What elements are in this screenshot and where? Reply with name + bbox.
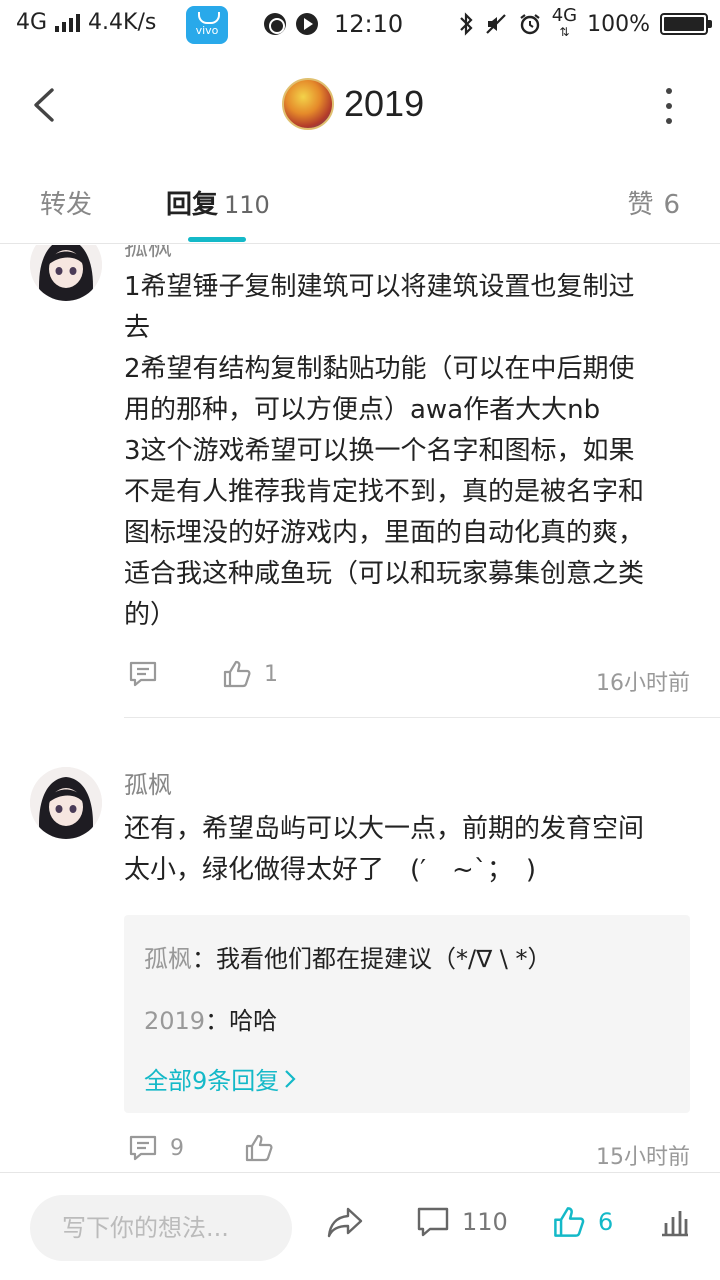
browser-icon: [264, 13, 286, 35]
tab-reply-count: 110: [224, 191, 270, 219]
user-avatar-image: [30, 245, 102, 301]
comment-divider: [124, 717, 720, 718]
thumbs-up-icon: [554, 1207, 585, 1237]
page-title: 2019: [344, 83, 425, 124]
clock: 12:10: [334, 10, 404, 38]
tab-forward[interactable]: 转发: [40, 184, 92, 221]
comment-bubble-icon: [417, 1207, 449, 1237]
comment-text: 1希望锤子复制建筑可以将建筑设置也复制过 去 2希望有结构复制黏贴功能（可以在中…: [124, 272, 645, 630]
stats-button[interactable]: [658, 1205, 692, 1239]
all-replies-link[interactable]: 全部9条回复: [144, 1061, 297, 1096]
title-area: 2019: [282, 78, 424, 130]
comment-actions: 1 16小时前: [124, 659, 690, 699]
status-mid: 12:10: [264, 10, 403, 38]
post-like-count: 6: [598, 1208, 614, 1236]
user-avatar-image: [30, 767, 102, 839]
comment-count-button[interactable]: 110: [416, 1205, 508, 1239]
back-button[interactable]: [26, 82, 66, 128]
mute-icon: [485, 14, 506, 34]
more-vertical-icon: [666, 88, 672, 124]
tab-reply[interactable]: 回复 110: [166, 184, 270, 221]
comment-text: 还有，希望岛屿可以大一点，前期的发育空间 太小，绿化做得太好了 (′ ~`； ): [124, 814, 645, 885]
reply-button[interactable]: [128, 659, 158, 689]
comment-time: 16小时前: [596, 671, 690, 696]
reply-preview-box[interactable]: 孤枫：我看他们都在提建议（*/∇ \ *） 2019：哈哈 全部9条回复: [124, 915, 690, 1113]
reply-count: 9: [170, 1135, 184, 1161]
reply-separator: ：: [192, 945, 216, 973]
vivo-store-icon: vivo: [186, 6, 228, 44]
status-left: 4G 4.4K/s: [16, 10, 156, 35]
reply-preview: 孤枫：我看他们都在提建议（*/∇ \ *）: [144, 939, 551, 974]
data-network-label: 4G: [551, 5, 578, 26]
reply-preview: 2019：哈哈: [144, 1001, 277, 1036]
like-count: 1: [264, 661, 278, 687]
header: 2019: [0, 60, 720, 150]
like-button[interactable]: 1: [222, 659, 278, 689]
comment-actions: 9 15小时前: [124, 1133, 690, 1170]
reply-separator: ：: [205, 1007, 230, 1035]
tab-reply-label: 回复: [166, 190, 219, 220]
avatar[interactable]: [30, 767, 102, 839]
reply-text: 我看他们都在提建议（*/∇ \ *）: [216, 945, 552, 973]
tab-forward-label: 转发: [40, 190, 93, 220]
comment-input[interactable]: [30, 1195, 292, 1261]
game-avatar[interactable]: [282, 78, 334, 130]
bluetooth-icon: [459, 12, 473, 36]
comment-list[interactable]: 孤枫 1希望锤子复制建筑可以将建筑设置也复制过 去 2希望有结构复制黏贴功能（可…: [0, 245, 720, 1170]
tab-active-indicator: [188, 237, 246, 242]
comment-time: 15小时前: [596, 1145, 690, 1170]
network-type: 4G: [16, 10, 48, 35]
video-icon: [296, 13, 318, 35]
tab-like[interactable]: 赞6: [627, 184, 680, 221]
alarm-icon: [520, 14, 540, 35]
comment-author[interactable]: 孤枫: [124, 245, 172, 262]
chevron-left-icon: [34, 88, 54, 122]
thumbs-up-icon: [245, 1134, 273, 1162]
more-button[interactable]: [662, 88, 676, 124]
like-button[interactable]: [244, 1133, 274, 1163]
tab-like-label: 赞: [627, 190, 654, 220]
bottom-bar: 110 6: [0, 1172, 720, 1280]
share-icon: [327, 1207, 363, 1238]
like-post-button[interactable]: 6: [552, 1205, 613, 1239]
bar-chart-icon: [662, 1211, 688, 1237]
comment-icon: [129, 1135, 157, 1161]
reply-author[interactable]: 孤枫: [144, 945, 192, 973]
signal-icon: [55, 13, 81, 32]
tab-like-count: 6: [663, 190, 680, 220]
comment-icon: [129, 661, 157, 687]
reply-button[interactable]: 9: [128, 1133, 184, 1163]
thumbs-up-icon: [223, 660, 251, 688]
comment-author[interactable]: 孤枫: [124, 765, 172, 800]
reply-author[interactable]: 2019: [144, 1007, 205, 1035]
tab-bar: 转发 回复 110 赞6: [0, 170, 720, 244]
comment-count: 110: [462, 1208, 508, 1236]
all-replies-label: 全部9条回复: [144, 1067, 280, 1095]
avatar[interactable]: [30, 245, 102, 301]
battery-icon: [660, 13, 712, 35]
status-bar: 4G 4.4K/s vivo 12:10 4G ⇅ 100%: [0, 0, 720, 50]
network-speed: 4.4K/s: [88, 10, 157, 35]
reply-text: 哈哈: [229, 1007, 278, 1035]
share-button[interactable]: [326, 1205, 364, 1239]
data-network-indicator: 4G ⇅: [551, 5, 578, 40]
status-right: 4G ⇅ 100%: [458, 5, 712, 40]
chevron-right-icon: [285, 1069, 296, 1088]
battery-percent: 100%: [587, 11, 650, 37]
comment-input-wrapper: [30, 1195, 292, 1261]
